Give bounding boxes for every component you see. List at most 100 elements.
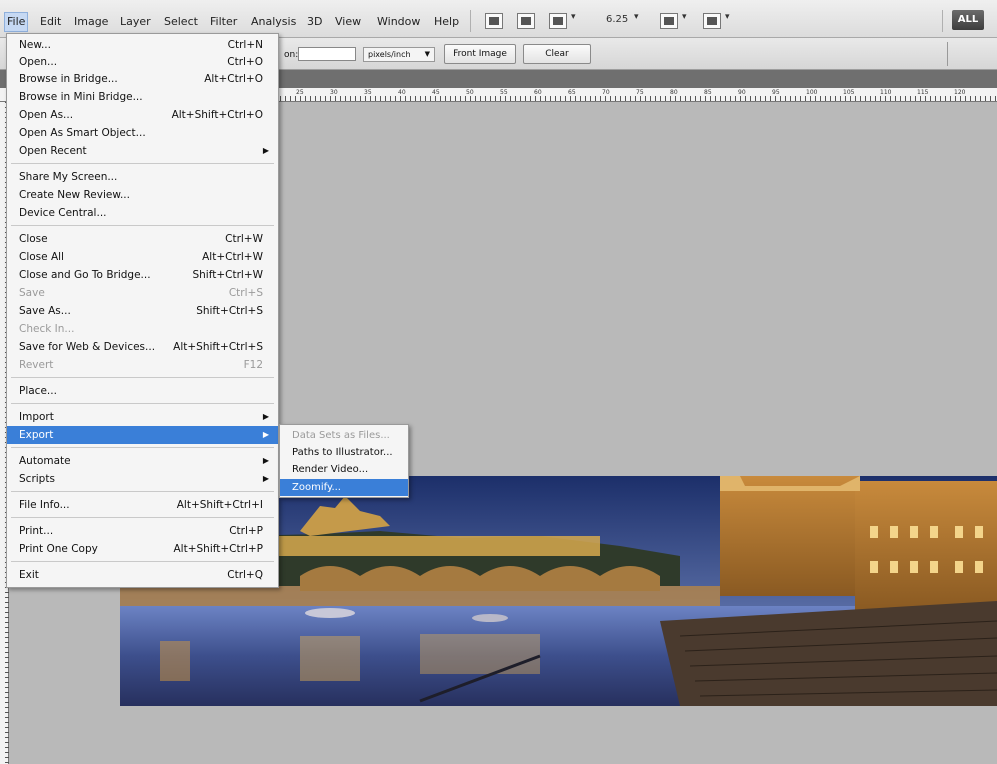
menu-item-import[interactable]: Import ▶ [7,408,278,426]
menu-item-automate[interactable]: Automate ▶ [7,452,278,470]
ruler-label: 90 [738,89,746,96]
menu-item-exit[interactable]: Exit Ctrl+Q [7,566,278,584]
ruler-label: 25 [296,89,304,96]
menu-item-share-my-screen[interactable]: Share My Screen... [7,168,278,186]
menu-item-label: Scripts [19,473,55,485]
menu-item-close-all[interactable]: Close All Alt+Ctrl+W [7,248,278,266]
menu-item-browse-in-bridge[interactable]: Browse in Bridge... Alt+Ctrl+O [7,70,278,88]
menu-item-label: Place... [19,385,57,397]
menu-item-label: Open Recent [19,145,87,157]
menu-3d[interactable]: 3D [305,13,324,31]
submenu-item-paths-to-illustrator[interactable]: Paths to Illustrator... [280,444,408,461]
ruler-label: 115 [917,89,929,96]
ruler-label: 110 [880,89,892,96]
chevron-down-icon[interactable]: ▾ [634,12,639,22]
menu-item-label: Close and Go To Bridge... [19,269,151,281]
ruler-label: 30 [330,89,338,96]
submenu-arrow-icon: ▶ [262,146,269,155]
menu-item-place[interactable]: Place... [7,382,278,400]
menu-item-label: Check In... [19,323,75,335]
zoom-level[interactable]: 6.25 [606,14,628,25]
menu-item-shortcut: Ctrl+N [227,39,263,51]
menu-item-shortcut: Ctrl+P [229,525,263,537]
menu-item-label: Exit [19,569,39,581]
ruler-label: 105 [843,89,855,96]
mini-bridge-icon[interactable] [517,13,535,29]
menu-item-revert: Revert F12 [7,356,278,374]
menu-analysis[interactable]: Analysis [249,13,298,31]
workspace-switcher-button[interactable]: ALL [952,10,984,30]
menu-item-export[interactable]: Export ▶ [7,426,278,444]
menu-item-check-in: Check In... [7,320,278,338]
menu-image[interactable]: Image [72,13,110,31]
menu-item-print-one-copy[interactable]: Print One Copy Alt+Shift+Ctrl+P [7,540,278,558]
menu-item-open-as[interactable]: Open As... Alt+Shift+Ctrl+O [7,106,278,124]
menu-item-label: File Info... [19,499,70,511]
menu-item-device-central[interactable]: Device Central... [7,204,278,222]
chevron-down-icon[interactable]: ▾ [682,12,687,22]
menu-item-save-for-web[interactable]: Save for Web & Devices... Alt+Shift+Ctrl+… [7,338,278,356]
menu-item-shortcut: Shift+Ctrl+W [192,269,263,281]
clear-button[interactable]: Clear [523,44,591,64]
menu-separator [11,225,274,226]
ruler-label: 50 [466,89,474,96]
menu-item-save: Save Ctrl+S [7,284,278,302]
ruler-label: 70 [602,89,610,96]
bridge-icon[interactable] [485,13,503,29]
menu-item-label: Import [19,411,54,423]
front-image-button[interactable]: Front Image [444,44,516,64]
chevron-down-icon[interactable]: ▾ [571,12,576,22]
menu-item-label: Print... [19,525,54,537]
menu-item-browse-in-mini-bridge[interactable]: Browse in Mini Bridge... [7,88,278,106]
menu-item-file-info[interactable]: File Info... Alt+Shift+Ctrl+I [7,496,278,514]
submenu-arrow-icon: ▶ [262,430,269,439]
menu-item-close-and-go-to-bridge[interactable]: Close and Go To Bridge... Shift+Ctrl+W [7,266,278,284]
submenu-item-render-video[interactable]: Render Video... [280,461,408,478]
resolution-input[interactable] [298,47,356,61]
menu-item-new[interactable]: New... Ctrl+N [7,36,278,54]
submenu-item-label: Paths to Illustrator... [292,447,393,458]
submenu-arrow-icon: ▶ [262,474,269,483]
menu-item-label: Open... [19,56,58,68]
menu-view[interactable]: View [333,13,363,31]
menu-item-label: Browse in Bridge... [19,73,118,85]
screen-mode-icon[interactable] [703,13,721,29]
menu-select[interactable]: Select [162,13,200,31]
menu-edit[interactable]: Edit [38,13,63,31]
submenu-item-label: Render Video... [292,464,369,475]
menu-item-label: Export [19,429,54,441]
menu-filter[interactable]: Filter [208,13,239,31]
ruler-label: 80 [670,89,678,96]
view-extras-icon[interactable] [549,13,567,29]
resolution-unit-select[interactable]: pixels/inch ▼ [363,47,435,62]
menu-item-create-new-review[interactable]: Create New Review... [7,186,278,204]
menu-help[interactable]: Help [432,13,461,31]
menu-item-scripts[interactable]: Scripts ▶ [7,470,278,488]
menu-file[interactable]: File [4,12,29,32]
menu-item-shortcut: Alt+Shift+Ctrl+P [173,543,264,555]
menu-item-open[interactable]: Open... Ctrl+O [7,53,278,71]
menu-item-close[interactable]: Close Ctrl+W [7,230,278,248]
menu-item-shortcut: Alt+Shift+Ctrl+I [176,499,263,511]
arrange-documents-icon[interactable] [660,13,678,29]
menu-window[interactable]: Window [375,13,422,31]
menu-item-shortcut: F12 [243,359,263,371]
menu-item-shortcut: Ctrl+O [227,56,263,68]
submenu-item-zoomify[interactable]: Zoomify... [280,479,408,496]
submenu-arrow-icon: ▶ [262,456,269,465]
chevron-down-icon[interactable]: ▾ [725,12,730,22]
menu-item-save-as[interactable]: Save As... Shift+Ctrl+S [7,302,278,320]
menu-separator [11,517,274,518]
menu-item-open-recent[interactable]: Open Recent ▶ [7,142,278,160]
menu-item-shortcut: Alt+Ctrl+O [204,73,263,85]
menu-item-label: Open As Smart Object... [19,127,146,139]
menu-layer[interactable]: Layer [118,13,153,31]
ruler-label: 85 [704,89,712,96]
menu-item-open-as-smart-object[interactable]: Open As Smart Object... [7,124,278,142]
menu-item-print[interactable]: Print... Ctrl+P [7,522,278,540]
menu-item-shortcut: Ctrl+Q [227,569,263,581]
menu-item-label: New... [19,39,51,51]
resolution-unit-value: pixels/inch [368,50,411,59]
menu-item-shortcut: Alt+Shift+Ctrl+O [171,109,263,121]
ruler-label: 60 [534,89,542,96]
